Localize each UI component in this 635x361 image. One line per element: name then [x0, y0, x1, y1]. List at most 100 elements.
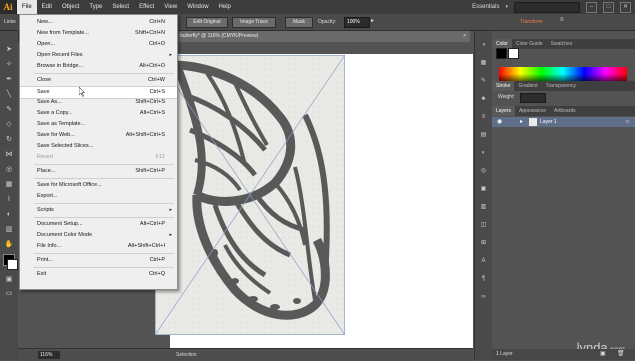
- mesh-tool-icon[interactable]: ▦: [4, 180, 14, 190]
- document-tab[interactable]: butterfly* @ 116% (CMYK/Preview) ×: [178, 31, 470, 42]
- maximize-button[interactable]: □: [603, 1, 614, 13]
- draw-mode-icon[interactable]: ▣: [4, 275, 14, 285]
- file-menu-item[interactable]: Export...: [20, 191, 177, 202]
- file-menu-item[interactable]: Save As... Shift+Ctrl+S: [20, 97, 177, 108]
- file-menu-item[interactable]: Save a Copy... Alt+Ctrl+S: [20, 108, 177, 119]
- panel-menu-icon[interactable]: ≡: [560, 17, 564, 23]
- mask-button[interactable]: Mask: [285, 17, 313, 28]
- menu-type[interactable]: Type: [84, 0, 107, 14]
- opacity-input[interactable]: 100%: [344, 17, 370, 28]
- close-window-button[interactable]: ✕: [620, 1, 631, 13]
- tab-appearance[interactable]: Appearance: [515, 106, 550, 116]
- file-menu-item[interactable]: Place... Shift+Ctrl+P: [20, 166, 177, 177]
- brush-tool-icon[interactable]: ✎: [4, 105, 14, 115]
- blend-tool-icon[interactable]: ◐: [4, 210, 14, 220]
- menu-help[interactable]: Help: [214, 0, 236, 14]
- target-icon[interactable]: ○: [625, 117, 629, 127]
- menu-item-label: Print...: [37, 257, 53, 263]
- line-tool-icon[interactable]: ╲: [4, 90, 14, 100]
- tab-stroke[interactable]: Stroke: [492, 81, 515, 91]
- pathfinder-panel-icon[interactable]: ◫: [479, 221, 488, 230]
- file-menu-item[interactable]: Open Recent Files ▸: [20, 50, 177, 61]
- eyedropper-tool-icon[interactable]: ⌇: [4, 195, 14, 205]
- stroke-panel-icon[interactable]: ≡: [479, 113, 488, 122]
- file-menu-item[interactable]: New from Template... Shift+Ctrl+N: [20, 28, 177, 39]
- eye-icon[interactable]: ◉: [497, 117, 502, 127]
- menu-window[interactable]: Window: [182, 0, 213, 14]
- width-tool-icon[interactable]: ⋈: [4, 150, 14, 160]
- color-stroke-chip[interactable]: [508, 48, 519, 59]
- tab-layers[interactable]: Layers: [492, 106, 516, 116]
- swatches-panel-icon[interactable]: ▦: [479, 59, 488, 68]
- chevron-right-icon[interactable]: ▸: [371, 17, 374, 24]
- search-field[interactable]: [514, 1, 580, 13]
- rotate-tool-icon[interactable]: ↻: [4, 135, 14, 145]
- tab-swatches[interactable]: Swatches: [547, 39, 577, 49]
- shape-builder-icon[interactable]: ◎: [4, 165, 14, 175]
- file-menu-item[interactable]: Exit Ctrl+Q: [20, 269, 177, 280]
- workspace-switcher[interactable]: Essentials: [472, 4, 499, 10]
- transparency-panel-icon[interactable]: ◐: [479, 149, 488, 158]
- placed-image[interactable]: [154, 54, 346, 336]
- transform-link[interactable]: Transform: [520, 17, 543, 27]
- color-panel-icon[interactable]: ◑: [479, 41, 488, 50]
- menu-object[interactable]: Object: [57, 0, 84, 14]
- status-tool: Selection: [176, 352, 197, 358]
- file-menu-item[interactable]: Save as Template...: [20, 119, 177, 130]
- layer-name[interactable]: Layer 1: [540, 117, 557, 127]
- linked-file-label: Linke: [4, 19, 16, 25]
- selection-tool-icon[interactable]: ➤: [4, 45, 14, 55]
- file-menu-item[interactable]: Save Selected Slices...: [20, 141, 177, 152]
- paragraph-panel-icon[interactable]: ¶: [479, 275, 488, 284]
- screen-mode-icon[interactable]: ▭: [4, 289, 14, 299]
- menu-select[interactable]: Select: [107, 0, 134, 14]
- graphic-styles-panel-icon[interactable]: ▣: [479, 185, 488, 194]
- magic-wand-icon[interactable]: ✧: [4, 60, 14, 70]
- menu-file[interactable]: File: [17, 0, 37, 14]
- weight-input[interactable]: [520, 93, 546, 103]
- file-menu-item[interactable]: Scripts ▸: [20, 205, 177, 216]
- menu-edit[interactable]: Edit: [37, 0, 57, 14]
- transform-panel-icon[interactable]: ⊞: [479, 239, 488, 248]
- brushes-panel-icon[interactable]: ✎: [479, 77, 488, 86]
- image-trace-button[interactable]: Image Trace: [232, 17, 276, 28]
- layer-row[interactable]: ◉ ▸ Layer 1 ○: [492, 117, 635, 127]
- file-menu-item[interactable]: Close Ctrl+W: [20, 75, 177, 86]
- menu-view[interactable]: View: [159, 0, 182, 14]
- graph-tool-icon[interactable]: ▥: [4, 225, 14, 235]
- file-menu-item[interactable]: File Info... Alt+Shift+Ctrl+I: [20, 241, 177, 252]
- tab-artboards[interactable]: Artboards: [550, 106, 580, 116]
- file-menu-item[interactable]: New... Ctrl+N: [20, 17, 177, 28]
- file-menu-item[interactable]: Save for Web... Alt+Shift+Ctrl+S: [20, 130, 177, 141]
- hand-tool-icon[interactable]: ✋: [4, 240, 14, 250]
- edit-original-button[interactable]: Edit Original: [186, 17, 228, 28]
- file-menu-item[interactable]: Browse in Bridge... Alt+Ctrl+O: [20, 61, 177, 72]
- eraser-tool-icon[interactable]: ◇: [4, 120, 14, 130]
- file-menu-item[interactable]: Save for Microsoft Office...: [20, 180, 177, 191]
- zoom-field[interactable]: 116%: [38, 351, 60, 359]
- trash-icon[interactable]: 🗑: [617, 349, 625, 360]
- pen-tool-icon[interactable]: ✒: [4, 75, 14, 85]
- stroke-swatch[interactable]: [7, 259, 18, 270]
- menu-effect[interactable]: Effect: [134, 0, 159, 14]
- gradient-panel-icon[interactable]: ▤: [479, 131, 488, 140]
- file-menu-item[interactable]: Document Color Mode ▸: [20, 230, 177, 241]
- close-tab-icon[interactable]: ×: [463, 31, 466, 42]
- new-layer-icon[interactable]: ▣: [600, 349, 606, 360]
- symbols-panel-icon[interactable]: ♣: [479, 95, 488, 104]
- color-fill-chip[interactable]: [496, 48, 507, 59]
- expand-arrow-icon[interactable]: ▸: [520, 117, 523, 127]
- appearance-panel-icon[interactable]: ◎: [479, 167, 488, 176]
- chevron-down-icon[interactable]: ▾: [505, 4, 508, 10]
- align-panel-icon[interactable]: ▥: [479, 203, 488, 212]
- tab-gradient[interactable]: Gradient: [514, 81, 541, 91]
- minimize-button[interactable]: –: [586, 1, 597, 13]
- tab-transparency[interactable]: Transparency: [542, 81, 580, 91]
- character-panel-icon[interactable]: A: [479, 257, 488, 266]
- file-menu-item[interactable]: Document Setup... Alt+Ctrl+P: [20, 219, 177, 230]
- file-menu-item[interactable]: Open... Ctrl+O: [20, 39, 177, 50]
- menu-item-shortcut: Alt+Shift+Ctrl+I: [127, 243, 165, 249]
- file-menu-item[interactable]: Print... Ctrl+P: [20, 255, 177, 266]
- menu-item-label: File Info...: [37, 243, 62, 249]
- links-panel-icon[interactable]: ∞: [479, 293, 488, 302]
